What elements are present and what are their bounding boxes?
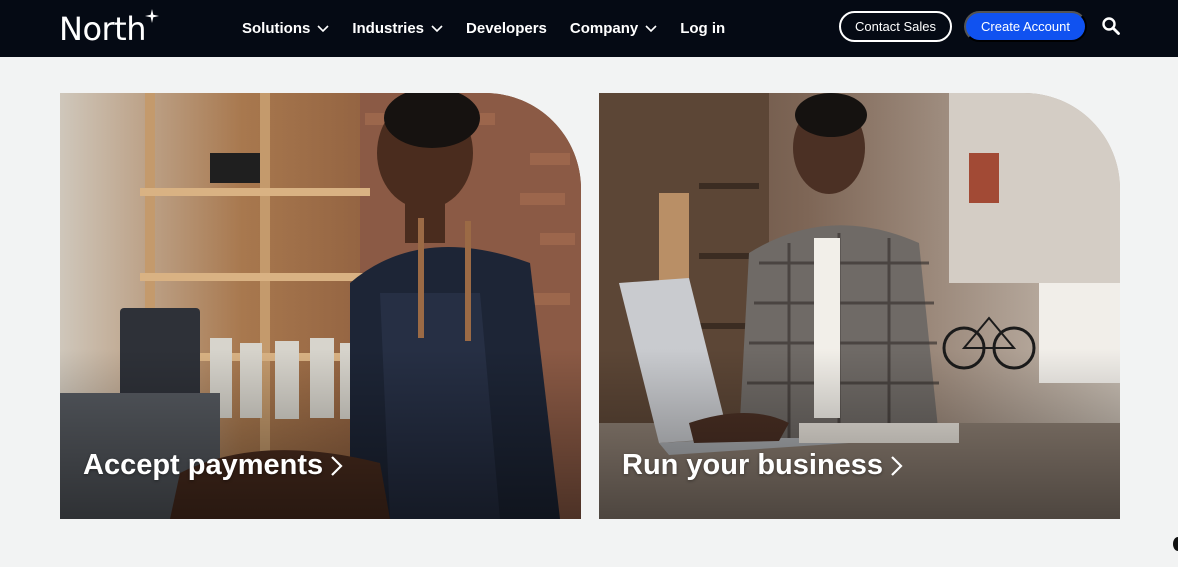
chevron-right-icon — [331, 455, 343, 476]
chevron-down-icon — [431, 24, 443, 32]
nav-item-login[interactable]: Log in — [680, 20, 725, 37]
run-your-business-link[interactable]: Run your business — [622, 449, 904, 482]
sparkle-star-icon — [145, 9, 159, 23]
nav-item-label: Solutions — [242, 20, 311, 37]
nav-item-label: Company — [569, 20, 639, 37]
nav-item-developers[interactable]: Developers — [466, 20, 547, 37]
nav-item-solutions[interactable]: Solutions — [242, 20, 329, 37]
accept-payments-card[interactable]: Accept payments — [60, 93, 581, 519]
create-account-button[interactable]: Create Account — [964, 11, 1087, 42]
nav-item-industries[interactable]: Industries — [352, 20, 443, 37]
chat-widget-edge[interactable] — [1173, 537, 1178, 551]
card-label-text: Accept payments — [83, 449, 324, 481]
nav-item-company[interactable]: Company — [570, 20, 657, 37]
nav-item-label: Log in — [680, 20, 726, 37]
card-label-text: Run your business — [622, 449, 884, 481]
accept-payments-link[interactable]: Accept payments — [83, 449, 344, 482]
logo-text: North — [59, 10, 147, 48]
primary-nav: Solutions Industries Developers Company … — [242, 0, 748, 57]
search-icon[interactable] — [1101, 16, 1121, 36]
run-your-business-card[interactable]: Run your business — [599, 93, 1120, 519]
nav-item-label: Industries — [352, 20, 425, 37]
chevron-down-icon — [645, 24, 657, 32]
nav-item-label: Developers — [466, 20, 547, 37]
top-navigation-bar: North Solutions Industries Developers Co… — [0, 0, 1178, 57]
north-logo[interactable]: North — [59, 9, 159, 48]
chevron-down-icon — [317, 24, 329, 32]
chevron-right-icon — [891, 455, 903, 476]
contact-sales-button[interactable]: Contact Sales — [839, 11, 952, 42]
